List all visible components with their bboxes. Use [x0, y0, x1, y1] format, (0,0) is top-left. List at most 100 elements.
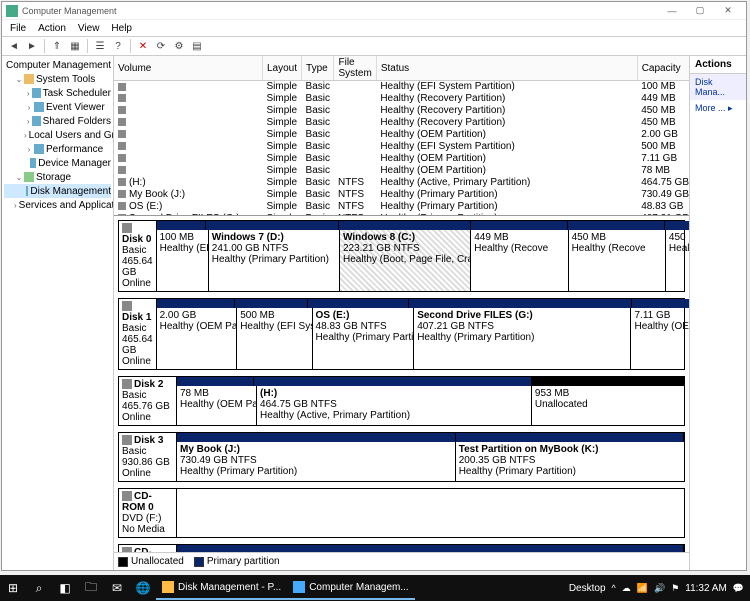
col-capacity[interactable]: Capacity [637, 56, 689, 81]
partition[interactable]: (H:)464.75 GB NTFSHealthy (Active, Prima… [257, 386, 532, 425]
partition[interactable]: 500 MBHealthy (EFI Syste [237, 308, 312, 369]
partition[interactable]: Windows 7 (D:)241.00 GB NTFSHealthy (Pri… [209, 230, 340, 291]
menu-action[interactable]: Action [34, 23, 70, 34]
volume-row[interactable]: SimpleBasicHealthy (Recovery Partition)4… [114, 117, 689, 129]
close-button[interactable]: ✕ [714, 3, 742, 19]
app-window: Computer Management — ▢ ✕ File Action Vi… [1, 1, 747, 571]
tree-shared-folders[interactable]: ›Shared Folders [4, 114, 111, 128]
up-button[interactable]: ⇑ [49, 38, 65, 54]
disk-row[interactable]: CD-ROM 1CD-ROM668 MBOnlineWD SmartWare (… [118, 544, 685, 552]
volume-row[interactable]: SimpleBasicHealthy (EFI System Partition… [114, 81, 689, 93]
partition[interactable]: 2.00 GBHealthy (OEM Partition [157, 308, 238, 369]
volume-row[interactable]: SimpleBasicHealthy (OEM Partition)2.00 G… [114, 129, 689, 141]
tree-local-users[interactable]: ›Local Users and Groups [4, 128, 111, 142]
minimize-button[interactable]: — [658, 3, 686, 19]
taskbar-item[interactable]: Disk Management - P... [156, 576, 287, 600]
col-volume[interactable]: Volume [114, 56, 263, 81]
search-button[interactable]: ⌕ [26, 575, 52, 601]
titlebar: Computer Management — ▢ ✕ [2, 2, 746, 20]
main-area: Computer Management (Local ⌄System Tools… [2, 56, 746, 570]
menu-help[interactable]: Help [107, 23, 136, 34]
partition[interactable]: My Book (J:)730.49 GB NTFSHealthy (Prima… [177, 442, 456, 481]
partition[interactable]: Second Drive FILES (G:)407.21 GB NTFSHea… [414, 308, 631, 369]
tray-network-icon[interactable]: 📶 [637, 583, 648, 594]
tree-services[interactable]: ›Services and Applications [4, 198, 111, 212]
toolbar-sep [130, 39, 131, 53]
disk-graphical-view[interactable]: Disk 0Basic465.64 GBOnline100 MBHealthy … [114, 216, 689, 552]
volume-row[interactable]: My Book (J:)SimpleBasicNTFSHealthy (Prim… [114, 189, 689, 201]
volume-row[interactable]: SimpleBasicHealthy (Recovery Partition)4… [114, 93, 689, 105]
taskbar-item[interactable]: Computer Managem... [287, 576, 415, 600]
col-type[interactable]: Type [302, 56, 334, 81]
volume-row[interactable]: OS (E:)SimpleBasicNTFSHealthy (Primary P… [114, 201, 689, 213]
properties-button[interactable]: ☰ [92, 38, 108, 54]
start-button[interactable]: ⊞ [0, 575, 26, 601]
menu-file[interactable]: File [6, 23, 30, 34]
partition[interactable]: Windows 8 (C:)223.21 GB NTFSHealthy (Boo… [340, 230, 471, 291]
legend-unalloc-swatch [118, 557, 128, 567]
col-layout[interactable]: Layout [263, 56, 302, 81]
partition[interactable]: Test Partition on MyBook (K:)200.35 GB N… [456, 442, 684, 481]
help-button[interactable]: ? [110, 38, 126, 54]
partition[interactable]: 100 MBHealthy (EFI [157, 230, 209, 291]
disk-row[interactable]: Disk 0Basic465.64 GBOnline100 MBHealthy … [118, 220, 685, 292]
task-view-button[interactable]: ◧ [52, 575, 78, 601]
systray[interactable]: Desktop ^ ☁ 📶 🔊 ⚑ 11:32 AM 💬 [569, 583, 750, 594]
partition[interactable]: 953 MBUnallocated [532, 386, 684, 425]
partition[interactable]: 450 MBHealthy (Recove [569, 230, 666, 291]
partition[interactable]: 450 MBHealthy (Recove [666, 230, 689, 291]
toolbar-sep [44, 39, 45, 53]
partition[interactable]: 78 MBHealthy (OEM Partition) [177, 386, 257, 425]
partition[interactable]: 449 MBHealthy (Recove [471, 230, 568, 291]
volume-row[interactable]: (H:)SimpleBasicNTFSHealthy (Active, Prim… [114, 177, 689, 189]
legend-primary-swatch [194, 557, 204, 567]
volume-list[interactable]: Volume Layout Type File System Status Ca… [114, 56, 689, 216]
refresh-button[interactable]: ⟳ [153, 38, 169, 54]
actions-more[interactable]: More ... ▸ [690, 100, 746, 117]
volume-row[interactable]: SimpleBasicHealthy (Recovery Partition)4… [114, 105, 689, 117]
taskbar[interactable]: ⊞ ⌕ ◧ 🗀 ✉ 🌐 Disk Management - P...Comput… [0, 575, 750, 601]
list-button[interactable]: ▤ [189, 38, 205, 54]
tray-up-icon[interactable]: ^ [612, 583, 616, 593]
volume-row[interactable]: SimpleBasicHealthy (OEM Partition)7.11 G… [114, 153, 689, 165]
disk-row[interactable]: Disk 3Basic930.86 GBOnlineMy Book (J:)73… [118, 432, 685, 482]
actions-pane: Actions Disk Mana... More ... ▸ [690, 56, 746, 570]
toolbar: ◄ ► ⇑ ▦ ☰ ? ✕ ⟳ ⚙ ▤ [2, 36, 746, 56]
tree-storage[interactable]: ⌄Storage [4, 170, 111, 184]
back-button[interactable]: ◄ [6, 38, 22, 54]
tray-volume-icon[interactable]: 🔊 [654, 583, 665, 594]
explorer-icon[interactable]: 🗀 [78, 575, 104, 601]
mail-icon[interactable]: ✉ [104, 575, 130, 601]
tree-disk-management[interactable]: Disk Management [4, 184, 111, 198]
tree-device-manager[interactable]: Device Manager [4, 156, 111, 170]
menu-view[interactable]: View [74, 23, 104, 34]
clock[interactable]: 11:32 AM [685, 583, 727, 594]
disk-row[interactable]: Disk 2Basic465.76 GBOnline78 MBHealthy (… [118, 376, 685, 426]
actions-disk-management[interactable]: Disk Mana... [690, 74, 746, 100]
forward-button[interactable]: ► [24, 38, 40, 54]
col-status[interactable]: Status [376, 56, 637, 81]
show-hide-button[interactable]: ▦ [67, 38, 83, 54]
tray-flag-icon[interactable]: ⚑ [671, 583, 679, 594]
disk-row[interactable]: Disk 1Basic465.64 GBOnline2.00 GBHealthy… [118, 298, 685, 370]
tree-root[interactable]: Computer Management (Local [4, 58, 111, 72]
maximize-button[interactable]: ▢ [686, 3, 714, 19]
toolbar-sep [87, 39, 88, 53]
tray-cloud-icon[interactable]: ☁ [622, 583, 631, 594]
tree-performance[interactable]: ›Performance [4, 142, 111, 156]
partition[interactable]: OS (E:)48.83 GB NTFSHealthy (Primary Par… [313, 308, 415, 369]
nav-tree[interactable]: Computer Management (Local ⌄System Tools… [2, 56, 114, 570]
col-fs[interactable]: File System [334, 56, 376, 81]
delete-button[interactable]: ✕ [135, 38, 151, 54]
volume-row[interactable]: SimpleBasicHealthy (EFI System Partition… [114, 141, 689, 153]
volume-row[interactable]: SimpleBasicHealthy (OEM Partition)78 MB7… [114, 165, 689, 177]
browser-icon[interactable]: 🌐 [130, 575, 156, 601]
tree-task-scheduler[interactable]: ›Task Scheduler [4, 86, 111, 100]
tree-system-tools[interactable]: ⌄System Tools [4, 72, 111, 86]
notification-icon[interactable]: 💬 [733, 583, 744, 594]
partition[interactable]: 7.11 GBHealthy (OEM Partition) [631, 308, 689, 369]
disk-row[interactable]: CD-ROM 0DVD (F:)No Media [118, 488, 685, 538]
legend: Unallocated Primary partition [114, 552, 689, 570]
settings-button[interactable]: ⚙ [171, 38, 187, 54]
tree-event-viewer[interactable]: ›Event Viewer [4, 100, 111, 114]
